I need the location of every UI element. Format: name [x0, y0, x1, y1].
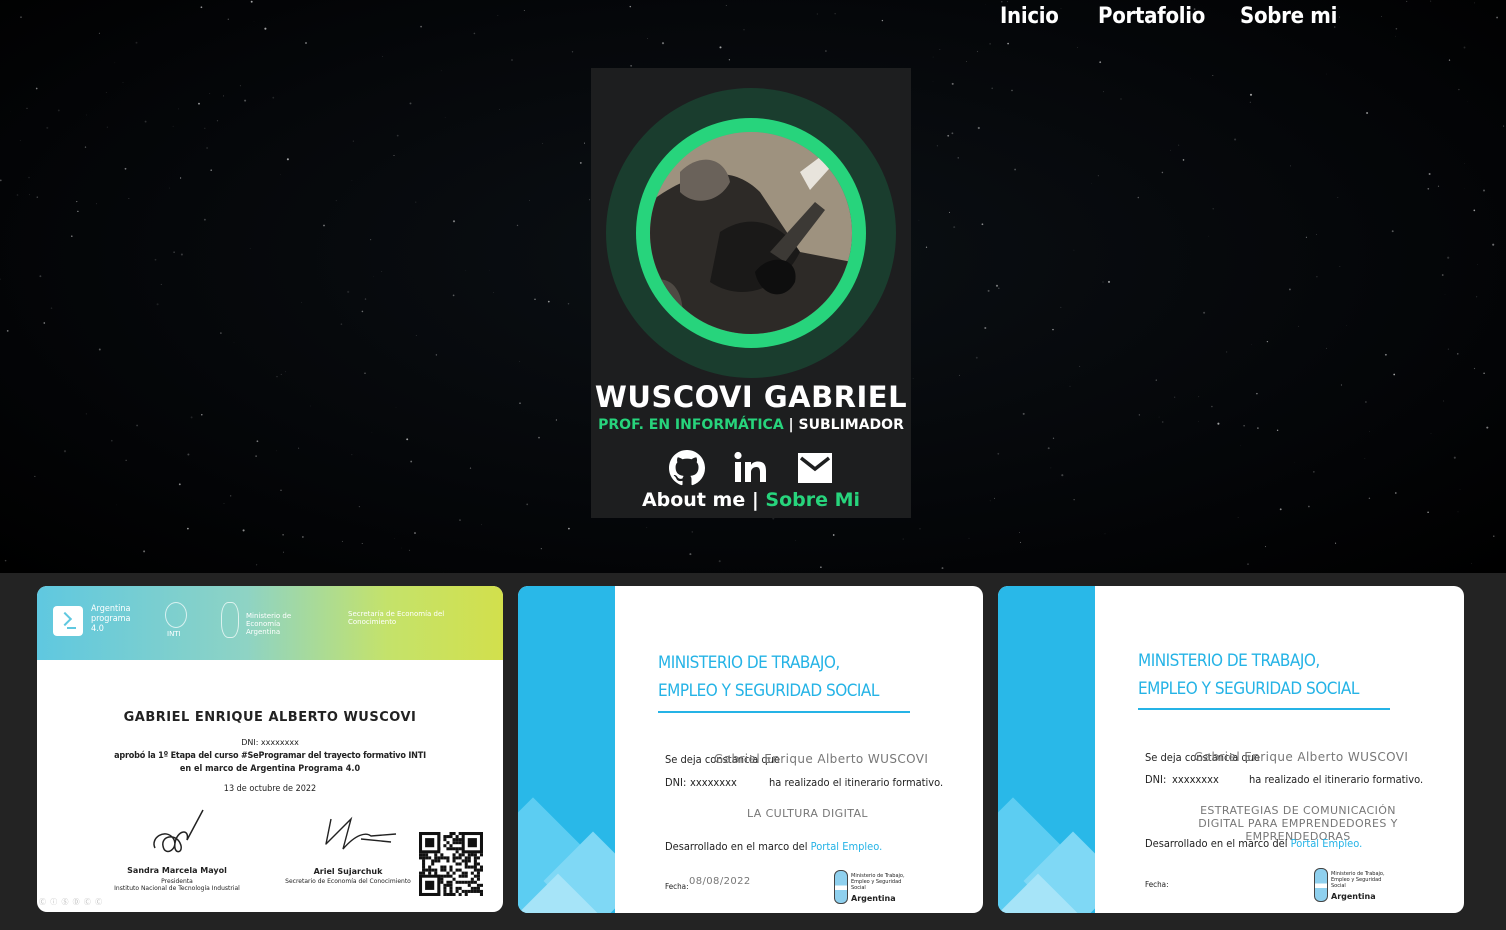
certificate-fullname: GABRIEL ENRIQUE ALBERTO WUSCOVI	[123, 710, 417, 725]
certificate-statement-2: en el marco de Argentina Programa 4.0	[179, 764, 361, 774]
nav-link-sobre-mi[interactable]: Sobre mi	[1240, 4, 1337, 29]
ministry-line-2: EMPLEO Y SEGURIDAD SOCIAL	[658, 681, 879, 701]
date-value: 08/08/2022	[689, 876, 751, 887]
dni-label: DNI:	[665, 776, 687, 789]
certificate-date: 13 de octubre de 2022	[223, 784, 317, 794]
argentina-emblem-icon	[1314, 868, 1328, 902]
role-accent: PROF. EN INFORMÁTICA	[598, 417, 784, 433]
dni-value: xxxxxxxx	[1172, 773, 1219, 786]
footer-ministry: Ministerio de Trabajo, Empleo y Segurida…	[851, 873, 905, 891]
nav-link-portafolio[interactable]: Portafolio	[1098, 4, 1205, 29]
certificate-argentina-programa[interactable]: Argentina programa 4.0 INTI Ministerio d…	[37, 586, 503, 912]
certificate-header-band: Argentina programa 4.0 INTI Ministerio d…	[37, 586, 503, 660]
about-separator: |	[751, 489, 759, 511]
certificate-side-band	[518, 586, 615, 913]
ministry-divider	[658, 711, 910, 713]
certificate-side-band	[998, 586, 1095, 913]
certificate-cultura-digital[interactable]: MINISTERIO DE TRABAJO, EMPLEO Y SEGURIDA…	[518, 586, 983, 913]
signer-1-role-b: Instituto Nacional de Tecnología Industr…	[114, 885, 240, 892]
footer-country: Argentina	[851, 894, 896, 903]
itinerary-text: ha realizado el itinerario formativo.	[1249, 773, 1424, 786]
argentina-logo: Ministerio de Trabajo, Empleo y Segurida…	[1314, 868, 1394, 904]
brand-label: Argentina programa 4.0	[91, 604, 131, 634]
signer-2-role: Secretario de Economía del Conocimiento	[285, 878, 411, 885]
ministry-line-1: MINISTERIO DE TRABAJO,	[658, 653, 840, 673]
signer-1-role-a: Presidenta	[161, 878, 193, 885]
signature-2-icon	[324, 816, 397, 850]
portal-link[interactable]: Portal Empleo.	[1291, 837, 1363, 850]
signer-2-name: Ariel Sujarchuk	[313, 867, 383, 876]
date-label: Fecha:	[1145, 880, 1169, 889]
terminal-icon	[53, 606, 83, 636]
argentina-seal-icon	[221, 602, 239, 638]
course-name: LA CULTURA DIGITAL	[747, 807, 868, 820]
footer-ministry: Ministerio de Trabajo, Empleo y Segurida…	[1331, 871, 1385, 889]
role-separator: |	[788, 417, 794, 433]
portal-link[interactable]: Portal Empleo.	[811, 840, 883, 853]
developed-text: Desarrollado en el marco del	[665, 840, 808, 853]
signer-1-role: Presidenta Instituto Nacional de Tecnolo…	[107, 878, 247, 892]
signer-1-name: Sandra Marcela Mayol	[127, 866, 227, 875]
ministry-label: Ministerio de Economía Argentina	[246, 612, 292, 636]
nav-link-inicio[interactable]: Inicio	[1000, 4, 1059, 29]
ministry-title: MINISTERIO DE TRABAJO, EMPLEO Y SEGURIDA…	[1138, 647, 1359, 703]
ministry-divider	[1138, 708, 1390, 710]
course-line-2: DIGITAL PARA EMPRENDEDORES Y	[1198, 817, 1398, 830]
profile-card: WUSCOVI GABRIEL PROF. EN INFORMÁTICA | S…	[591, 68, 911, 518]
developed-label: Desarrollado en el marco del Portal Empl…	[1145, 837, 1362, 850]
avatar	[650, 132, 852, 334]
signature-1-icon	[153, 809, 204, 853]
social-links	[669, 450, 839, 486]
dni-label: DNI:	[1145, 773, 1167, 786]
footer-country: Argentina	[1331, 892, 1376, 901]
developed-label: Desarrollado en el marco del Portal Empl…	[665, 840, 882, 853]
person-name: Gabriel Enrique Alberto WUSCOVI	[714, 752, 929, 766]
dni-value: xxxxxxxx	[690, 776, 737, 789]
secretary-label: Secretaría de Economía del Conocimiento	[348, 610, 445, 626]
argentina-emblem-icon	[834, 870, 848, 904]
about-plain: About me	[641, 489, 746, 511]
role-plain: SUBLIMADOR	[798, 417, 904, 433]
inti-seal-icon	[165, 602, 187, 628]
certificate-dni: DNI: xxxxxxxx	[241, 738, 299, 747]
inti-label: INTI	[167, 630, 181, 638]
course-line-1: ESTRATEGIAS DE COMUNICACIÓN	[1200, 804, 1396, 817]
avatar-border	[636, 118, 866, 348]
certificate-statement: aprobó la 1º Etapa del curso #SePrograma…	[114, 751, 426, 761]
argentina-logo: Ministerio de Trabajo, Empleo y Segurida…	[834, 870, 914, 906]
qr-code-icon	[419, 832, 483, 896]
itinerary-text: ha realizado el itinerario formativo.	[769, 776, 944, 789]
profile-name: WUSCOVI GABRIEL	[594, 380, 908, 414]
certificate-estrategias-comunicacion[interactable]: MINISTERIO DE TRABAJO, EMPLEO Y SEGURIDA…	[998, 586, 1464, 913]
profile-roles: PROF. EN INFORMÁTICA | SUBLIMADOR	[591, 417, 911, 433]
date-label: Fecha:	[665, 882, 689, 891]
ministry-line-2: EMPLEO Y SEGURIDAD SOCIAL	[1138, 679, 1359, 699]
email-icon[interactable]	[797, 450, 833, 486]
avatar-artwork	[650, 132, 852, 334]
avatar-ring	[606, 88, 896, 378]
ministry-line-1: MINISTERIO DE TRABAJO,	[1138, 651, 1320, 671]
developed-text: Desarrollado en el marco del	[1145, 837, 1288, 850]
about-link[interactable]: About me | Sobre Mi	[591, 489, 911, 511]
hero-section: Inicio Portafolio Sobre mi WUSCOVI GABRI…	[0, 0, 1506, 573]
about-accent: Sobre Mi	[765, 489, 861, 511]
person-name: Gabriel Enrique Alberto WUSCOVI	[1194, 750, 1409, 764]
ministry-title: MINISTERIO DE TRABAJO, EMPLEO Y SEGURIDA…	[658, 649, 879, 705]
license-icons: Ⓒ ⓘ Ⓢ Ⓓ Ⓒ Ⓒ	[39, 898, 104, 906]
linkedin-icon[interactable]	[733, 450, 769, 486]
github-icon[interactable]	[669, 450, 705, 486]
